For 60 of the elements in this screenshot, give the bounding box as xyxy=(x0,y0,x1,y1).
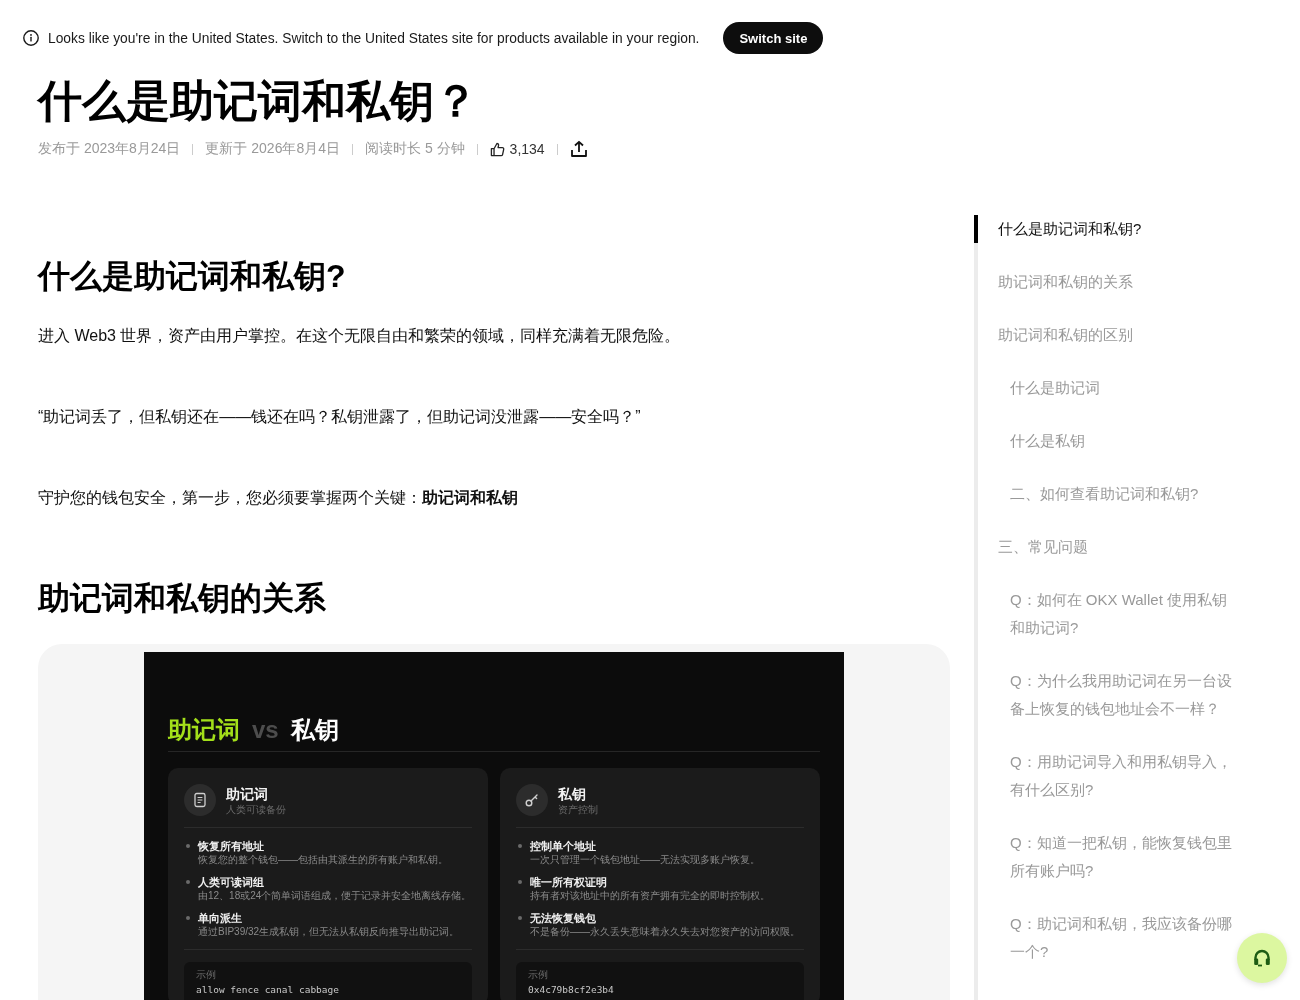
toc-link[interactable]: 二、如何查看助记词和私钥? xyxy=(974,480,1236,508)
paragraph: 守护您的钱包安全，第一步，您必须要掌握两个关键：助记词和私钥 xyxy=(38,488,519,508)
bullet-dot-icon xyxy=(518,880,522,884)
point-title: 控制单个地址 xyxy=(530,839,597,853)
info-icon xyxy=(23,30,39,46)
point-title: 恢复所有地址 xyxy=(198,839,265,853)
point-description: 通过BIP39/32生成私钥，但无法从私钥反向推导出助记词。 xyxy=(198,925,460,939)
infographic-title-word: 私钥 xyxy=(290,715,339,745)
card-title: 私钥 xyxy=(558,784,587,803)
toc-link[interactable]: 助记词和私钥的关系 xyxy=(974,268,1236,296)
paragraph: 进入 Web3 世界，资产由用户掌控。在这个无限自由和繁荣的领域，同样充满着无限危险。 xyxy=(38,326,682,346)
switch-site-button[interactable]: Switch site xyxy=(723,22,824,54)
example-text: allow fence canal cabbage xyxy=(196,983,340,997)
example-label: 示例 xyxy=(196,968,217,981)
paragraph: “助记词丢了，但私钥还在——钱还在吗？私钥泄露了，但助记词没泄露——安全吗？” xyxy=(38,407,642,427)
section-heading: 什么是助记词和私钥? xyxy=(38,257,347,296)
bullet-dot-icon xyxy=(518,916,522,920)
example-text: 0x4c79b8cf2e3b4 xyxy=(528,983,615,997)
point-title: 单向派生 xyxy=(198,911,243,925)
published-date: 发布于 2023年8月24日 xyxy=(38,140,181,158)
toc-link[interactable]: Q：用助记词导入和用私钥导入，有什么区别? xyxy=(974,748,1236,804)
bullet-dot-icon xyxy=(186,880,190,884)
headset-icon xyxy=(1252,948,1272,968)
infographic-title-word: vs xyxy=(252,715,279,745)
point-description: 恢复您的整个钱包——包括由其派生的所有账户和私钥。 xyxy=(198,853,448,867)
read-time: 阅读时长 5 分钟 xyxy=(365,140,465,158)
card-subtitle: 资产控制 xyxy=(558,802,598,816)
support-chat-button[interactable] xyxy=(1237,933,1287,983)
point-title: 无法恢复钱包 xyxy=(530,911,597,925)
region-notice-text: Looks like you're in the United States. Switch to the United States site for products available in your region. xyxy=(48,30,700,46)
toc-link[interactable]: 什么是助记词 xyxy=(974,374,1236,402)
infographic-title-word: 助记词 xyxy=(168,715,240,745)
thumbs-up-icon[interactable] xyxy=(489,141,505,157)
point-description: 不是备份——永久丢失意味着永久失去对您资产的访问权限。 xyxy=(530,925,800,939)
toc-link[interactable]: 助记词和私钥的区别 xyxy=(974,321,1236,349)
bullet-dot-icon xyxy=(518,844,522,848)
toc-link[interactable]: Q：为什么我用助记词在另一台设备上恢复的钱包地址会不一样？ xyxy=(974,667,1236,723)
article-title: 什么是助记词和私钥？ xyxy=(38,78,478,124)
like-count: 3,134 xyxy=(509,141,545,157)
example-label: 示例 xyxy=(528,968,549,981)
toc-link[interactable]: 什么是助记词和私钥? xyxy=(974,215,1236,243)
toc-link[interactable]: Q：知道一把私钥，能恢复钱包里所有账户吗? xyxy=(974,829,1236,885)
updated-date: 更新于 2026年8月4日 xyxy=(205,140,340,158)
card-subtitle: 人类可读备份 xyxy=(226,802,286,816)
document-icon xyxy=(184,784,216,816)
section-heading: 助记词和私钥的关系 xyxy=(38,579,327,618)
key-icon xyxy=(516,784,548,816)
point-description: 持有者对该地址中的所有资产拥有完全的即时控制权。 xyxy=(530,889,770,903)
point-title: 人类可读词组 xyxy=(198,875,265,889)
toc-link[interactable]: 三、常见问题 xyxy=(974,533,1236,561)
bullet-dot-icon xyxy=(186,916,190,920)
card-title: 助记词 xyxy=(226,784,269,803)
share-icon[interactable] xyxy=(569,140,588,158)
point-description: 一次只管理一个钱包地址——无法实现多账户恢复。 xyxy=(530,853,760,867)
point-title: 唯一所有权证明 xyxy=(530,875,608,889)
toc-link[interactable]: Q：如何在 OKX Wallet 使用私钥和助记词? xyxy=(974,586,1236,642)
bullet-dot-icon xyxy=(186,844,190,848)
toc-link[interactable]: Q：助记词和私钥，我应该备份哪一个? xyxy=(974,910,1236,966)
toc-link[interactable]: 什么是私钥 xyxy=(974,427,1236,455)
point-description: 由12、18或24个简单词语组成，便于记录并安全地离线存储。 xyxy=(198,889,472,903)
